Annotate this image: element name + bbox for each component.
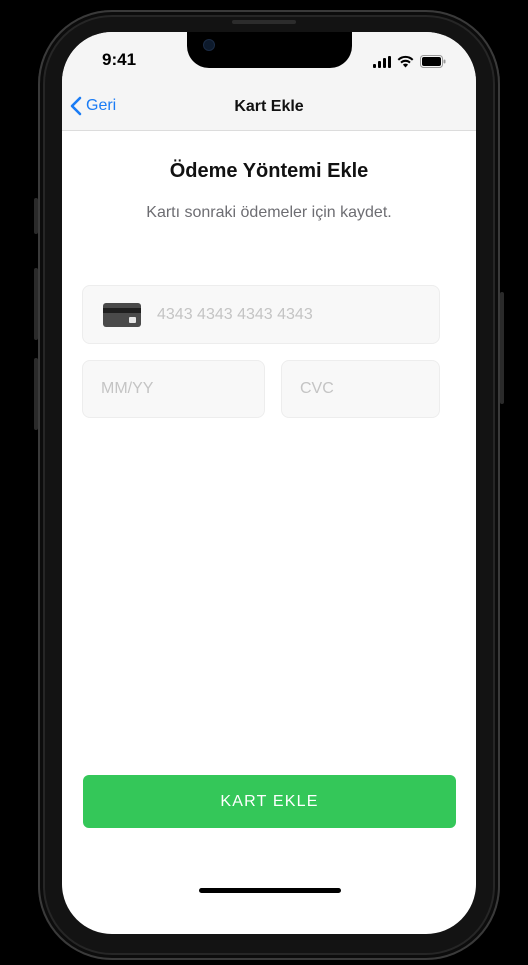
speaker-grill xyxy=(232,20,296,24)
status-icons xyxy=(373,54,446,68)
card-number-field[interactable] xyxy=(82,285,440,344)
card-number-input[interactable] xyxy=(157,305,439,324)
page-subheading: Kartı sonraki ödemeler için kaydet. xyxy=(146,204,392,221)
credit-card-icon xyxy=(103,302,141,327)
notch xyxy=(187,32,352,68)
status-time: 9:41 xyxy=(102,50,137,69)
cvc-field[interactable] xyxy=(281,360,440,418)
home-indicator[interactable] xyxy=(199,888,341,893)
phone-screen: 9:41 Geri Kart Ekle Ödeme Yöntemi Ekle K… xyxy=(62,32,476,934)
battery-icon xyxy=(420,55,446,68)
front-camera xyxy=(204,40,214,50)
add-card-button[interactable]: KART EKLE xyxy=(83,775,456,828)
power-button xyxy=(500,292,504,404)
expiry-field[interactable] xyxy=(82,360,265,418)
app-stage: 9:41 Geri Kart Ekle Ödeme Yöntemi Ekle K… xyxy=(0,0,528,965)
wifi-icon xyxy=(397,55,414,68)
page-heading: Ödeme Yöntemi Ekle xyxy=(169,160,369,182)
navigation-bar: 9:41 Geri Kart Ekle xyxy=(62,32,476,131)
expiry-input[interactable] xyxy=(101,380,264,398)
cellular-signal-icon xyxy=(373,56,391,68)
cvc-input[interactable] xyxy=(300,380,439,398)
nav-title: Kart Ekle xyxy=(234,98,304,115)
